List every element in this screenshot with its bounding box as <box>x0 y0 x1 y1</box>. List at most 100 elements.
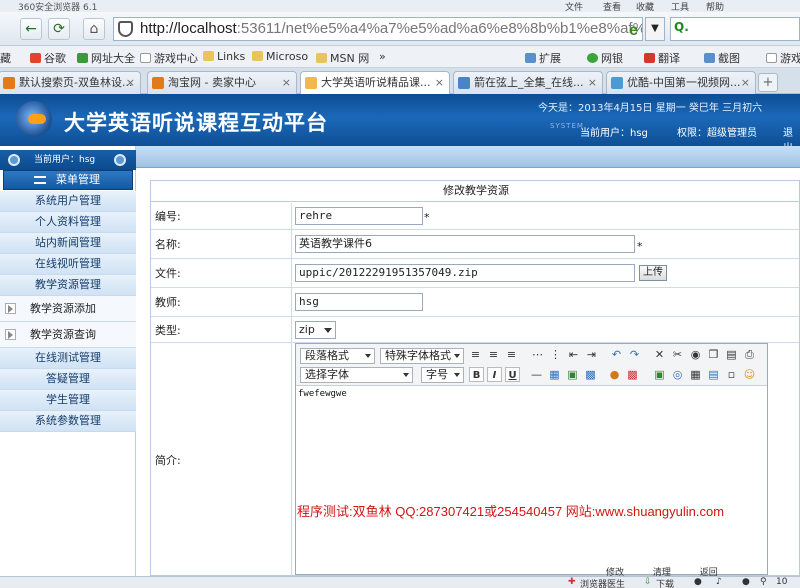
insert-link-icon[interactable]: ● <box>607 367 622 382</box>
indent-icon[interactable]: ⇥ <box>584 347 599 362</box>
sound-icon[interactable]: ♪ <box>716 577 722 587</box>
code-input[interactable]: rehre <box>295 207 423 225</box>
ext-extensions[interactable]: 扩展 <box>525 50 561 66</box>
file-input[interactable]: uppic/20122291951357049.zip <box>295 264 635 282</box>
font-size-select[interactable]: 字号 <box>421 367 464 383</box>
web-icon[interactable]: ◎ <box>670 367 685 382</box>
bold-icon[interactable]: B <box>469 367 484 382</box>
underline-icon[interactable]: U <box>505 367 520 382</box>
status-icon[interactable]: ● <box>742 577 750 587</box>
insert-image-icon[interactable]: ▣ <box>565 367 580 382</box>
sidebar-item-news[interactable]: 站内新闻管理 <box>0 233 136 254</box>
doctor-icon[interactable]: ✚ <box>568 577 576 587</box>
upload-button[interactable]: 上传 <box>639 265 667 281</box>
ext-translate[interactable]: 翻译 <box>644 50 680 66</box>
copy-icon[interactable]: ❐ <box>706 347 721 362</box>
insert-media-icon[interactable]: ▩ <box>583 367 598 382</box>
zoom-icon[interactable]: ⚲ <box>760 577 767 587</box>
editor-content[interactable]: fwefewgwe <box>298 389 347 399</box>
unordered-list-icon[interactable]: ⋮ <box>548 347 563 362</box>
font-select[interactable]: 选择字体 <box>300 367 413 383</box>
fav-item[interactable]: 藏 <box>0 50 11 66</box>
paste-icon[interactable]: ▤ <box>724 347 739 362</box>
tab-taobao[interactable]: 淘宝网 - 卖家中心 × <box>147 71 297 94</box>
name-input[interactable]: 英语教学课件6 <box>295 235 635 253</box>
sidebar-current-user: 当前用户：hsg <box>0 150 136 170</box>
teacher-input[interactable]: hsg <box>295 293 423 311</box>
preview-icon[interactable]: ▤ <box>706 367 721 382</box>
back-icon[interactable]: ← <box>20 18 42 40</box>
align-center-icon[interactable]: ≡ <box>486 347 501 362</box>
browser-doctor[interactable]: 浏览器医生 <box>580 577 625 588</box>
source-code-icon[interactable]: ▫ <box>724 367 739 382</box>
tab-course[interactable]: 大学英语听说精品课... × <box>300 71 450 95</box>
align-left-icon[interactable]: ≡ <box>468 347 483 362</box>
sidebar-item-params[interactable]: 系统参数管理 <box>0 411 136 432</box>
sidebar-item-resources[interactable]: 教学资源管理 <box>0 275 136 296</box>
table-grid-icon[interactable]: ▦ <box>688 367 703 382</box>
undo-icon[interactable]: ↶ <box>609 347 624 362</box>
search-engine-icon[interactable]: Q. <box>674 20 689 34</box>
tab-youku[interactable]: 优酷-中国第一视频网... × <box>606 71 756 94</box>
close-icon[interactable]: × <box>588 72 597 93</box>
status-icon[interactable]: ● <box>694 577 702 587</box>
tab-search[interactable]: 默认搜索页-双鱼林设... × <box>0 71 141 94</box>
emoticon-icon[interactable]: ☺ <box>742 367 757 382</box>
row-name: 名称: 英语教学课件6 * <box>151 230 799 259</box>
search-input[interactable]: Q. <box>670 17 800 41</box>
sidebar-item-profile[interactable]: 个人资料管理 <box>0 212 136 233</box>
ext-bank[interactable]: 网银 <box>587 50 623 66</box>
refresh-icon[interactable]: ⟳ <box>48 18 70 40</box>
fav-google[interactable]: 谷歌 <box>30 50 66 66</box>
logout-link[interactable]: 退出 <box>783 124 800 146</box>
color-picker-icon[interactable]: ▩ <box>625 367 640 382</box>
sidebar-item-qa[interactable]: 答疑管理 <box>0 369 136 390</box>
find-icon[interactable]: ◉ <box>688 347 703 362</box>
new-tab-button[interactable]: + <box>758 73 778 92</box>
close-icon[interactable]: × <box>435 72 444 93</box>
fav-microsoft[interactable]: Microso <box>252 50 308 63</box>
label-name: 名称: <box>151 230 292 258</box>
insert-flash-icon[interactable]: ▣ <box>652 367 667 382</box>
horizontal-rule-icon[interactable]: — <box>529 367 544 382</box>
ext-games[interactable]: 游戏 <box>766 50 800 66</box>
outdent-icon[interactable]: ⇤ <box>566 347 581 362</box>
print-icon[interactable]: ⎙ <box>742 347 757 362</box>
download-link[interactable]: 下载 <box>656 577 674 588</box>
italic-icon[interactable]: I <box>487 367 502 382</box>
close-icon[interactable]: × <box>741 72 750 93</box>
delete-icon[interactable]: ✕ <box>652 347 667 362</box>
sidebar-item-tests[interactable]: 在线测试管理 <box>0 348 136 369</box>
download-icon: ⇩ <box>644 577 652 587</box>
insert-table-icon[interactable]: ▦ <box>547 367 562 382</box>
tab-video[interactable]: 箭在弦上_全集_在线... × <box>453 71 603 94</box>
close-icon[interactable]: × <box>282 72 291 93</box>
sidebar-item-resource-query[interactable]: 教学资源查询 <box>0 322 136 348</box>
ext-screenshot[interactable]: 截图 <box>704 50 740 66</box>
home-icon[interactable]: ⌂ <box>83 18 105 40</box>
site-icon <box>305 77 317 89</box>
fav-more-icon[interactable]: » <box>379 50 386 63</box>
fav-msn[interactable]: MSN 网 <box>316 50 369 66</box>
fav-links[interactable]: Links <box>203 50 245 63</box>
address-input[interactable]: http://localhost:53611/net%e5%a4%a7%e5%a… <box>113 17 643 41</box>
fav-hao123[interactable]: 网址大全 <box>77 50 135 66</box>
type-select[interactable]: zip <box>295 321 336 339</box>
fav-games[interactable]: 游戏中心 <box>140 50 198 66</box>
sidebar-item-resource-add[interactable]: 教学资源添加 <box>0 296 136 322</box>
ie-compat-icon[interactable]: e <box>629 20 638 40</box>
zoom-level[interactable]: 10 <box>776 577 787 587</box>
special-font-select[interactable]: 特殊字体格式 <box>380 348 464 364</box>
sidebar-item-system-users[interactable]: 系统用户管理 <box>0 191 136 212</box>
align-right-icon[interactable]: ≡ <box>504 347 519 362</box>
sidebar-item-av[interactable]: 在线视听管理 <box>0 254 136 275</box>
ordered-list-icon[interactable]: ⋯ <box>530 347 545 362</box>
close-icon[interactable]: × <box>126 72 135 93</box>
sidebar: 当前用户：hsg 菜单管理 系统用户管理 个人资料管理 站内新闻管理 在线视听管… <box>0 146 136 576</box>
cut-icon[interactable]: ✂ <box>670 347 685 362</box>
redo-icon[interactable]: ↷ <box>627 347 642 362</box>
paragraph-format-select[interactable]: 段落格式 <box>300 348 375 364</box>
sidebar-menu-header[interactable]: 菜单管理 <box>3 170 133 190</box>
address-dropdown-icon[interactable]: ▼ <box>645 17 665 41</box>
sidebar-item-students[interactable]: 学生管理 <box>0 390 136 411</box>
